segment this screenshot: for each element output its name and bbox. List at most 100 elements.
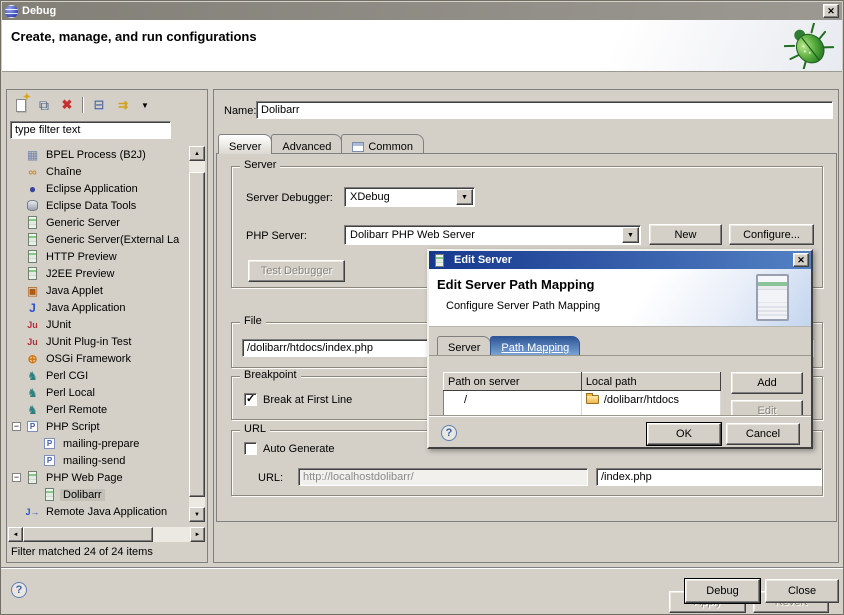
tab-server[interactable]: Server [218, 134, 272, 154]
url-base-input[interactable]: http://localhostdolibarr/ [298, 468, 588, 486]
debug-bug-icon [784, 23, 834, 69]
auto-generate-checkbox[interactable] [244, 442, 257, 455]
tree-item-remote-java-application[interactable]: J→Remote Java Application [8, 503, 189, 520]
php-server-combo[interactable]: Dolibarr PHP Web Server ▼ [344, 225, 641, 245]
auto-generate-label: Auto Generate [263, 443, 335, 455]
server-debugger-combo[interactable]: XDebug ▼ [344, 187, 475, 207]
chevron-down-icon[interactable]: ▼ [456, 189, 473, 205]
tree-item-label: Chaîne [43, 166, 84, 178]
tree-horizontal-scrollbar[interactable]: ◄ ► [8, 527, 205, 542]
tree-item-osgi-framework[interactable]: ⊕OSGi Framework [8, 350, 189, 367]
perl-icon: ♞ [25, 369, 40, 383]
scroll-up-icon[interactable]: ▲ [189, 146, 205, 161]
url-group-legend: URL [240, 423, 270, 435]
tree-item-mailing-prepare[interactable]: Pmailing-prepare [8, 435, 189, 452]
tree-item-bpel-process-b2j-[interactable]: ▦BPEL Process (B2J) [8, 146, 189, 163]
new-server-button[interactable]: New [649, 224, 722, 245]
tree-item-php-script[interactable]: −PPHP Script [8, 418, 189, 435]
tree-item-junit[interactable]: JuJUnit [8, 316, 189, 333]
tree-item-http-preview[interactable]: HTTP Preview [8, 248, 189, 265]
local-path-cell: /dolibarr/htdocs [581, 391, 720, 409]
rjava-icon: J→ [25, 505, 40, 519]
tree-item-label: Eclipse Application [43, 183, 141, 195]
tree-item-label: JUnit [43, 319, 74, 331]
tree-item-java-application[interactable]: JJava Application [8, 299, 189, 316]
dialog-body: Path on serverLocal path //dolibarr/htdo… [429, 355, 811, 415]
tree-item-perl-remote[interactable]: ♞Perl Remote [8, 401, 189, 418]
tree-item-label: Perl CGI [43, 370, 91, 382]
chevron-down-icon[interactable]: ▼ [622, 227, 639, 243]
tab-path-mapping[interactable]: Path Mapping [490, 336, 580, 355]
break-at-first-line-checkbox[interactable] [244, 393, 257, 406]
dialog-tabs: ServerPath Mapping [433, 333, 815, 355]
filter-input[interactable]: type filter text [10, 121, 171, 139]
php-icon: P [42, 437, 57, 451]
collapse-all-icon[interactable]: ⊟ [89, 95, 109, 115]
window-titlebar[interactable]: Debug ✕ [2, 2, 842, 20]
tree-item-cha-ne[interactable]: ∞Chaîne [8, 163, 189, 180]
window-close-button[interactable]: ✕ [823, 4, 839, 18]
tree-item-perl-local[interactable]: ♞Perl Local [8, 384, 189, 401]
server-icon [25, 471, 40, 485]
tree-expander-icon[interactable]: − [12, 422, 21, 431]
dialog-help-icon[interactable]: ? [441, 425, 457, 441]
tree-item-label: J2EE Preview [43, 268, 117, 280]
server-icon [432, 253, 447, 267]
server-icon [25, 250, 40, 264]
tree-item-perl-cgi[interactable]: ♞Perl CGI [8, 367, 189, 384]
cancel-button[interactable]: Cancel [726, 423, 800, 445]
dialog-close-button[interactable]: ✕ [793, 253, 809, 267]
dialog-header: Edit Server Path Mapping Configure Serve… [429, 269, 811, 327]
server-icon [25, 216, 40, 230]
vertical-scroll-thumb[interactable] [189, 172, 205, 497]
tree-item-eclipse-application[interactable]: ●Eclipse Application [8, 180, 189, 197]
scroll-right-icon[interactable]: ► [190, 527, 205, 542]
tab-common[interactable]: Common [341, 134, 424, 154]
horizontal-scroll-thumb[interactable] [23, 527, 153, 542]
breakpoint-group-legend: Breakpoint [240, 369, 301, 381]
db-icon [25, 199, 40, 213]
footer-separator [1, 567, 844, 569]
tree-item-generic-server-external-la[interactable]: Generic Server(External La [8, 231, 189, 248]
column-header-path-on-server[interactable]: Path on server [444, 373, 582, 391]
debug-button[interactable]: Debug [685, 579, 760, 603]
new-configuration-icon[interactable]: ✦ [11, 95, 31, 115]
tree-item-j2ee-preview[interactable]: J2EE Preview [8, 265, 189, 282]
delete-configuration-icon[interactable]: ✖ [57, 95, 77, 115]
tree-item-junit-plug-in-test[interactable]: JuJUnit Plug-in Test [8, 333, 189, 350]
duplicate-configuration-icon[interactable]: ⧉ [34, 95, 54, 115]
scroll-left-icon[interactable]: ◄ [8, 527, 23, 542]
close-button[interactable]: Close [765, 579, 839, 603]
configure-server-button[interactable]: Configure... [729, 224, 814, 245]
tree-vertical-scrollbar[interactable]: ▲ ▼ [189, 146, 205, 522]
php-icon: P [25, 420, 40, 434]
eclipse-icon: ● [25, 182, 40, 196]
url-path-input[interactable]: /index.php [596, 468, 822, 486]
filter-configurations-icon[interactable]: ⇉ [112, 95, 132, 115]
test-debugger-button[interactable]: Test Debugger [248, 260, 345, 282]
table-row[interactable]: //dolibarr/htdocs [444, 391, 721, 409]
dialog-footer: ? OK Cancel [429, 415, 811, 451]
column-header-local-path[interactable]: Local path [581, 373, 720, 391]
server-tower-icon [756, 274, 789, 321]
tree-item-dolibarr[interactable]: Dolibarr [8, 486, 189, 503]
tree-item-mailing-send[interactable]: Pmailing-send [8, 452, 189, 469]
tree-item-label: Generic Server(External La [43, 234, 182, 246]
path-on-server-cell: / [444, 391, 582, 409]
tab-advanced[interactable]: Advanced [271, 134, 342, 154]
help-icon[interactable]: ? [11, 582, 27, 598]
tree-item-php-web-page[interactable]: −PHP Web Page [8, 469, 189, 486]
break-at-first-line-label: Break at First Line [263, 394, 352, 406]
dialog-titlebar[interactable]: Edit Server ✕ [429, 251, 811, 269]
tree-item-java-applet[interactable]: ▣Java Applet [8, 282, 189, 299]
name-input[interactable]: Dolibarr [256, 101, 833, 119]
scroll-down-icon[interactable]: ▼ [189, 507, 205, 522]
tree-expander-icon[interactable]: − [12, 473, 21, 482]
edit-mapping-button[interactable]: Edit [731, 400, 803, 415]
add-mapping-button[interactable]: Add [731, 372, 803, 394]
tab-server[interactable]: Server [437, 336, 491, 355]
tree-item-generic-server[interactable]: Generic Server [8, 214, 189, 231]
filter-menu-dropdown-icon[interactable]: ▼ [135, 95, 155, 115]
ok-button[interactable]: OK [647, 423, 721, 445]
tree-item-eclipse-data-tools[interactable]: Eclipse Data Tools [8, 197, 189, 214]
